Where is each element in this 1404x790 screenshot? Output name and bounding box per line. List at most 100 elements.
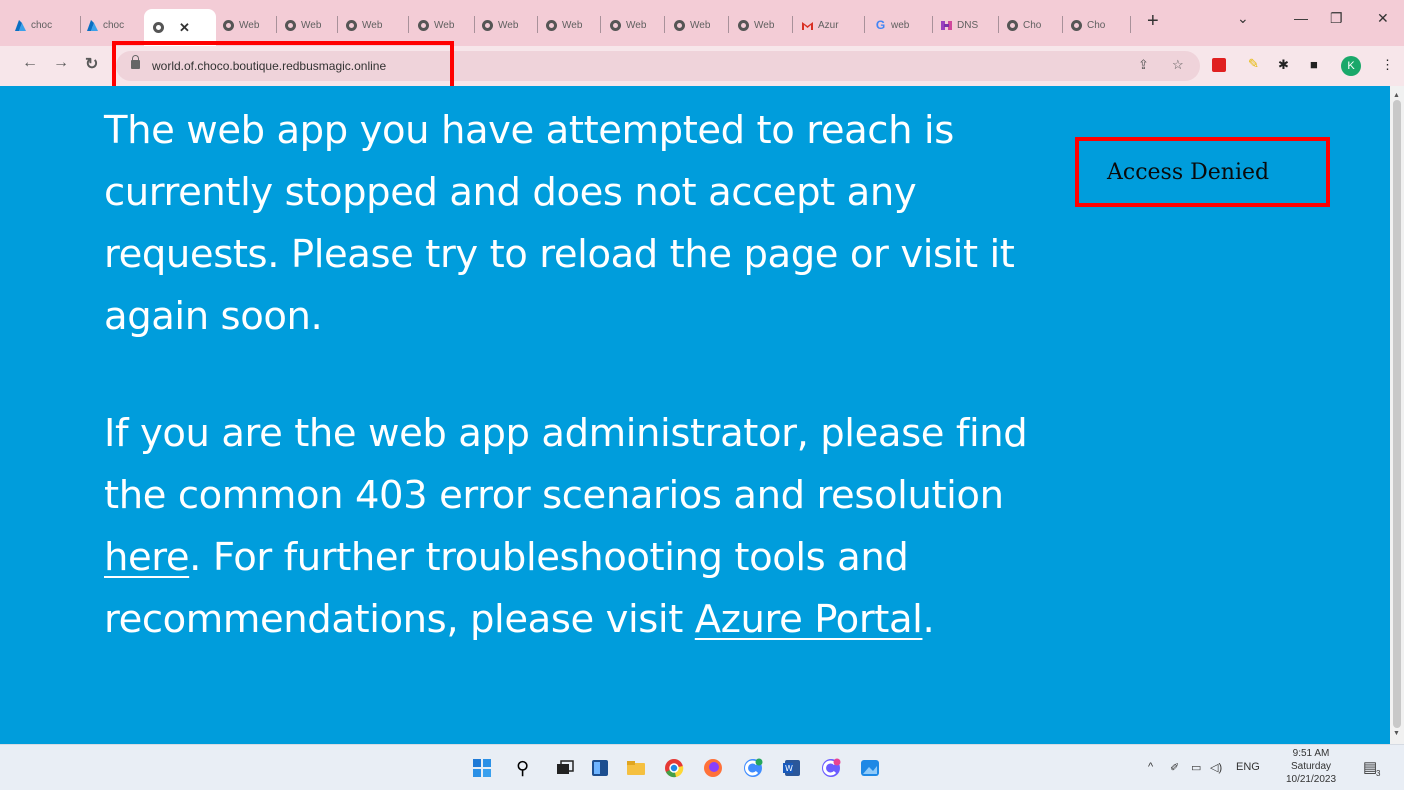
globe-icon [345, 19, 358, 32]
task-view-icon[interactable] [555, 758, 575, 778]
tab-label: Azur [818, 19, 839, 31]
tab-web[interactable]: Web [673, 12, 719, 38]
azure-icon [86, 19, 99, 32]
close-window-icon[interactable]: ✕ [1377, 10, 1389, 27]
tab-dns[interactable]: DNS [940, 12, 992, 38]
word-icon[interactable]: W [782, 758, 802, 778]
side-panel-icon[interactable]: ■ [1310, 57, 1318, 72]
app-icon-c-badge[interactable] [743, 758, 763, 778]
access-denied-label: Access Denied [1107, 160, 1270, 185]
tab-label: Web [626, 19, 647, 31]
globe-icon [284, 19, 297, 32]
search-icon[interactable]: ⚲ [516, 758, 536, 778]
language-indicator[interactable]: ENG [1236, 761, 1260, 773]
file-explorer-icon[interactable] [626, 758, 646, 778]
tab-choc-2[interactable]: choc [86, 12, 141, 38]
bookmark-star-icon[interactable]: ☆ [1172, 57, 1184, 73]
tab-separator [864, 16, 865, 33]
tab-label: Web [562, 19, 583, 31]
clock[interactable]: 9:51 AM Saturday 10/21/2023 [1283, 747, 1339, 786]
tab-label: Web [754, 19, 775, 31]
stopped-message: The web app you have attempted to reach … [104, 108, 1015, 339]
tab-web[interactable]: Web [222, 12, 268, 38]
tab-web[interactable]: Web [609, 12, 655, 38]
admin-message: If you are the web app administrator, pl… [104, 403, 1074, 651]
tab-separator [276, 16, 277, 33]
scrollbar-thumb[interactable] [1393, 100, 1401, 728]
extensions-puzzle-icon[interactable]: ✱ [1278, 57, 1289, 73]
tab-google-search[interactable]: Gweb [874, 12, 926, 38]
tab-cho[interactable]: Cho [1070, 12, 1124, 38]
tab-label: Web [239, 19, 260, 31]
widgets-icon[interactable] [590, 758, 610, 778]
svg-text:W: W [785, 764, 793, 773]
tab-label: Web [362, 19, 383, 31]
new-tab-button[interactable]: + [1147, 10, 1159, 33]
globe-icon [481, 19, 494, 32]
tab-web[interactable]: Web [481, 12, 527, 38]
globe-icon [609, 19, 622, 32]
start-windows-icon[interactable] [472, 758, 492, 778]
forward-arrow-icon[interactable]: → [53, 54, 69, 72]
globe-icon [1070, 19, 1083, 32]
minimize-icon[interactable]: — [1294, 10, 1308, 26]
url-highlight-box [112, 41, 454, 91]
share-icon[interactable]: ⇪ [1138, 57, 1149, 73]
tab-separator [728, 16, 729, 33]
tab-web[interactable]: Web [545, 12, 591, 38]
tab-label: Cho [1087, 19, 1106, 31]
google-icon: G [875, 18, 886, 32]
azure-portal-link[interactable]: Azure Portal [695, 597, 923, 642]
clock-day: Saturday [1290, 761, 1332, 772]
notification-count-badge: 3 [1376, 769, 1381, 778]
pen-icon[interactable]: ✐ [1170, 761, 1179, 774]
reload-icon[interactable]: ↻ [85, 54, 98, 74]
scroll-down-icon[interactable]: ▼ [1393, 730, 1400, 737]
battery-icon[interactable]: ▭ [1191, 761, 1201, 774]
tab-cho[interactable]: Cho [1006, 12, 1056, 38]
gmail-icon [801, 19, 814, 32]
restore-icon[interactable]: ❐ [1330, 10, 1343, 27]
pencil-extension-icon[interactable]: ✎ [1248, 56, 1259, 72]
tab-azure-gmail[interactable]: Azur [801, 12, 857, 38]
tab-web[interactable]: Web [284, 12, 330, 38]
tab-label: Web [690, 19, 711, 31]
tab-label: choc [103, 19, 125, 31]
tab-label: Web [498, 19, 519, 31]
menu-kebab-icon[interactable]: ⋮ [1381, 57, 1394, 73]
clock-time: 9:51 AM [1292, 748, 1330, 759]
admin-text-start: If you are the web app administrator, pl… [104, 411, 1028, 518]
here-link[interactable]: here [104, 535, 190, 580]
windows-taskbar: ⚲ W ^ ✐ ▭ ◁) ENG 9:51 AM Saturday 10/21/… [0, 744, 1404, 790]
globe-icon [152, 21, 165, 34]
close-tab-icon[interactable]: ✕ [179, 20, 190, 36]
profile-avatar[interactable]: K [1341, 56, 1361, 76]
tab-web[interactable]: Web [345, 12, 391, 38]
tab-separator [600, 16, 601, 33]
chrome-icon[interactable] [664, 758, 684, 778]
tab-separator [1062, 16, 1063, 33]
tab-choc-1[interactable]: choc [14, 12, 74, 38]
tab-separator [664, 16, 665, 33]
tab-separator [337, 16, 338, 33]
tab-separator [474, 16, 475, 33]
tab-label: web [891, 19, 910, 31]
volume-icon[interactable]: ◁) [1210, 761, 1222, 774]
firefox-icon[interactable] [703, 758, 723, 778]
access-denied-annotation: Access Denied [1075, 137, 1330, 207]
dns-icon [940, 19, 953, 32]
show-hidden-icons-chevron[interactable]: ^ [1148, 761, 1153, 773]
tab-web[interactable]: Web [737, 12, 783, 38]
scroll-up-icon[interactable]: ▲ [1393, 92, 1400, 99]
tab-search-chevron-icon[interactable]: ⌄ [1237, 10, 1249, 27]
photos-icon[interactable] [860, 758, 880, 778]
tab-separator [80, 16, 81, 33]
pdf-extension-icon[interactable] [1212, 58, 1226, 72]
globe-icon [1006, 19, 1019, 32]
back-arrow-icon[interactable]: ← [22, 54, 38, 72]
admin-text-end: . [922, 597, 935, 642]
tab-label: DNS [957, 19, 979, 31]
tab-web[interactable]: Web [417, 12, 463, 38]
app-icon-c-pink[interactable] [821, 758, 841, 778]
tab-separator [792, 16, 793, 33]
